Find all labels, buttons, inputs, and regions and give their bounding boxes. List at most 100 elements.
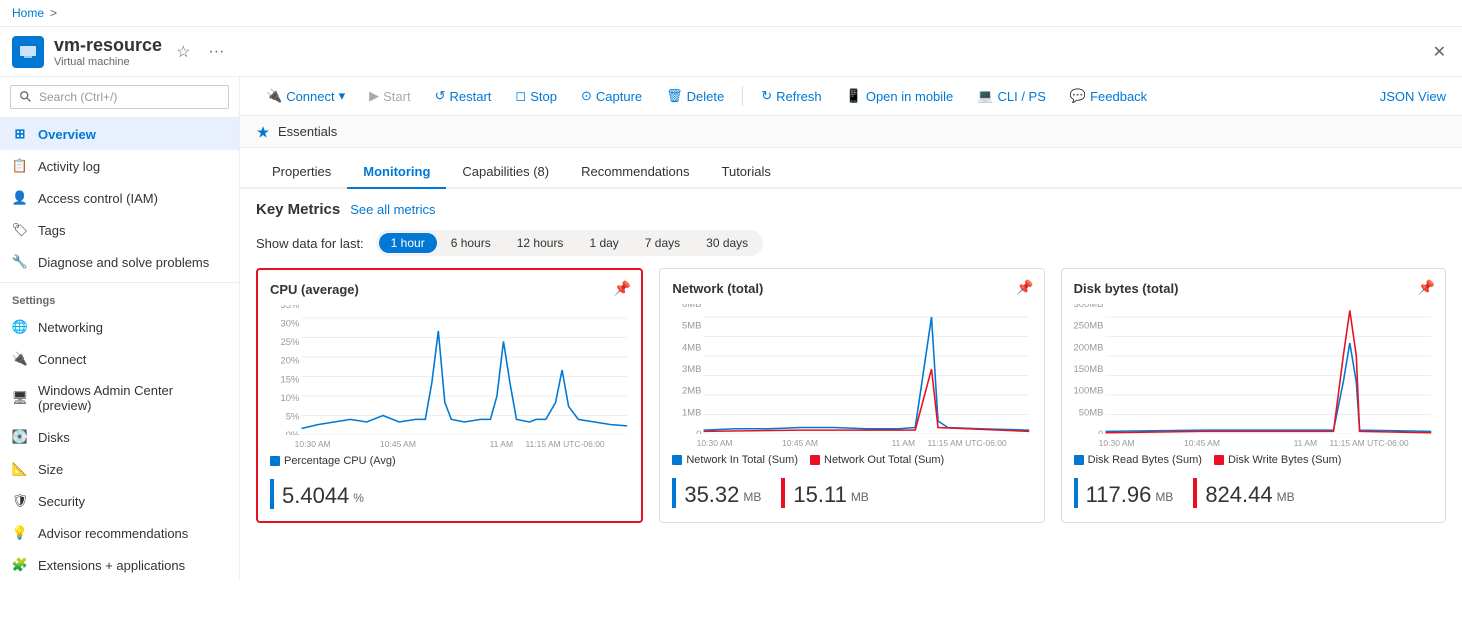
- chart-values-row-network: 35.32 MB 15.11 MB: [672, 472, 1031, 508]
- refresh-button[interactable]: ↻ Refresh: [751, 83, 831, 109]
- sidebar-icon-windows-admin: 🖥: [12, 390, 28, 406]
- chart-values-row-cpu: 5.4044 %: [270, 473, 629, 509]
- chart-legend-network: Network In Total (Sum) Network Out Total…: [672, 454, 1031, 466]
- delete-button[interactable]: 🗑 Delete: [656, 83, 734, 109]
- capture-button[interactable]: ⊙ Capture: [571, 83, 652, 109]
- sidebar-item-access-control[interactable]: 👤 Access control (IAM): [0, 182, 239, 214]
- pin-icon-network[interactable]: 📌: [1016, 279, 1033, 296]
- metrics-title: Key Metrics: [256, 201, 340, 218]
- svg-text:0: 0: [1098, 429, 1103, 434]
- time-pill-1[interactable]: 6 hours: [439, 233, 503, 253]
- favorite-button[interactable]: ☆: [172, 38, 194, 66]
- resource-icon: [12, 36, 44, 68]
- tab-capabilities[interactable]: Capabilities (8): [446, 156, 565, 189]
- svg-text:3MB: 3MB: [682, 364, 701, 374]
- svg-text:100MB: 100MB: [1074, 386, 1103, 396]
- svg-text:250MB: 250MB: [1074, 321, 1103, 331]
- search-box[interactable]: Search (Ctrl+/): [10, 85, 229, 109]
- json-view-link[interactable]: JSON View: [1380, 89, 1446, 104]
- svg-text:10:45 AM: 10:45 AM: [380, 439, 416, 449]
- chart-title-disk: Disk bytes (total): [1074, 281, 1433, 296]
- sidebar-item-overview[interactable]: ⊞ Overview: [0, 118, 239, 150]
- breadcrumb-home[interactable]: Home: [12, 6, 44, 20]
- start-label: Start: [383, 89, 410, 104]
- sidebar-item-extensions[interactable]: 🧩 Extensions + applications: [0, 549, 239, 579]
- time-pill-3[interactable]: 1 day: [577, 233, 630, 253]
- tab-monitoring[interactable]: Monitoring: [347, 156, 446, 189]
- chart-title-cpu: CPU (average): [270, 282, 629, 297]
- legend-disk: Disk Write Bytes (Sum): [1214, 454, 1341, 466]
- sidebar-item-diagnose[interactable]: 🔧 Diagnose and solve problems: [0, 246, 239, 278]
- sidebar-label-networking: Networking: [38, 320, 103, 335]
- more-options-button[interactable]: ···: [204, 39, 228, 65]
- svg-text:1MB: 1MB: [682, 408, 701, 418]
- toolbar-divider: [742, 86, 743, 106]
- sidebar-nav: ⊞ Overview📋 Activity log👤 Access control…: [0, 118, 239, 579]
- essentials-bar[interactable]: Essentials: [240, 116, 1462, 148]
- svg-text:10:30 AM: 10:30 AM: [697, 438, 733, 448]
- svg-text:10%: 10%: [281, 393, 300, 403]
- restart-button[interactable]: ↺ Restart: [425, 83, 502, 109]
- sidebar-item-connect[interactable]: 🔌 Connect: [0, 343, 239, 375]
- clipps-label: CLI / PS: [997, 89, 1045, 104]
- clipps-button[interactable]: 💻 CLI / PS: [967, 83, 1056, 109]
- svg-text:2MB: 2MB: [682, 386, 701, 396]
- chart-value-disk: 824.44 MB: [1193, 478, 1294, 508]
- chart-value-network: 35.32 MB: [672, 478, 761, 508]
- sidebar-label-advisor: Advisor recommendations: [38, 526, 188, 541]
- sidebar-label-security: Security: [38, 494, 85, 509]
- chart-legend-cpu: Percentage CPU (Avg): [270, 455, 629, 467]
- tab-recommendations[interactable]: Recommendations: [565, 156, 705, 189]
- svg-text:11:15 AM UTC-06:00: 11:15 AM UTC-06:00: [1329, 438, 1408, 448]
- see-all-metrics-link[interactable]: See all metrics: [350, 202, 435, 217]
- sidebar-icon-access-control: 👤: [12, 190, 28, 206]
- time-pill-4[interactable]: 7 days: [633, 233, 692, 253]
- svg-text:300MB: 300MB: [1074, 304, 1103, 309]
- chart-value-cpu: 5.4044 %: [270, 479, 364, 509]
- sidebar-item-size[interactable]: 📐 Size: [0, 453, 239, 485]
- legend-network: Network Out Total (Sum): [810, 454, 944, 466]
- time-pill-2[interactable]: 12 hours: [505, 233, 576, 253]
- sidebar-item-activity-log[interactable]: 📋 Activity log: [0, 150, 239, 182]
- svg-text:10:45 AM: 10:45 AM: [782, 438, 818, 448]
- chart-card-cpu[interactable]: CPU (average) 📌 35%30%25%20%15%10%5%0% 1…: [256, 268, 643, 523]
- sidebar-icon-networking: 🌐: [12, 319, 28, 335]
- tab-tutorials[interactable]: Tutorials: [706, 156, 787, 189]
- sidebar-item-advisor[interactable]: 💡 Advisor recommendations: [0, 517, 239, 549]
- sidebar-item-windows-admin[interactable]: 🖥 Windows Admin Center (preview): [0, 375, 239, 421]
- delete-icon: 🗑: [666, 88, 683, 104]
- legend-cpu: Percentage CPU (Avg): [270, 455, 396, 467]
- sidebar-icon-security: 🛡: [12, 493, 28, 509]
- stop-button[interactable]: ◻ Stop: [505, 83, 567, 109]
- pin-icon-cpu[interactable]: 📌: [614, 280, 631, 297]
- toolbar: 🔌 Connect ▾▶ Start ↺ Restart ◻ Stop ⊙ Ca…: [240, 77, 1462, 116]
- pin-icon-disk[interactable]: 📌: [1418, 279, 1435, 296]
- sidebar-item-networking[interactable]: 🌐 Networking: [0, 311, 239, 343]
- sidebar-icon-disks: 💽: [12, 429, 28, 445]
- sidebar-item-security[interactable]: 🛡 Security: [0, 485, 239, 517]
- chart-card-network[interactable]: Network (total) 📌 6MB5MB4MB3MB2MB1MB0 10…: [659, 268, 1044, 523]
- svg-text:30%: 30%: [281, 319, 300, 329]
- chart-card-disk[interactable]: Disk bytes (total) 📌 300MB250MB200MB150M…: [1061, 268, 1446, 523]
- svg-text:150MB: 150MB: [1074, 364, 1103, 374]
- chart-title-network: Network (total): [672, 281, 1031, 296]
- legend-network: Network In Total (Sum): [672, 454, 798, 466]
- sidebar-icon-advisor: 💡: [12, 525, 28, 541]
- capture-icon: ⊙: [581, 88, 592, 104]
- openinmobile-button[interactable]: 📱 Open in mobile: [836, 83, 964, 109]
- close-button[interactable]: ✕: [1429, 38, 1450, 66]
- svg-text:5MB: 5MB: [682, 321, 701, 331]
- feedback-button[interactable]: 💬 Feedback: [1060, 83, 1157, 109]
- connect-button[interactable]: 🔌 Connect ▾: [256, 83, 355, 109]
- time-pill-5[interactable]: 30 days: [694, 233, 760, 253]
- time-filter: Show data for last: 1 hour6 hours12 hour…: [240, 226, 1462, 268]
- search-placeholder: Search (Ctrl+/): [39, 90, 117, 104]
- sidebar-icon-extensions: 🧩: [12, 557, 28, 573]
- time-pill-0[interactable]: 1 hour: [379, 233, 437, 253]
- sidebar-icon-activity-log: 📋: [12, 158, 28, 174]
- sidebar-item-tags[interactable]: 🏷 Tags: [0, 214, 239, 246]
- page-header: vm-resource Virtual machine ☆ ··· ✕: [0, 27, 1462, 77]
- tab-properties[interactable]: Properties: [256, 156, 347, 189]
- sidebar-label-activity-log: Activity log: [38, 159, 100, 174]
- sidebar-item-disks[interactable]: 💽 Disks: [0, 421, 239, 453]
